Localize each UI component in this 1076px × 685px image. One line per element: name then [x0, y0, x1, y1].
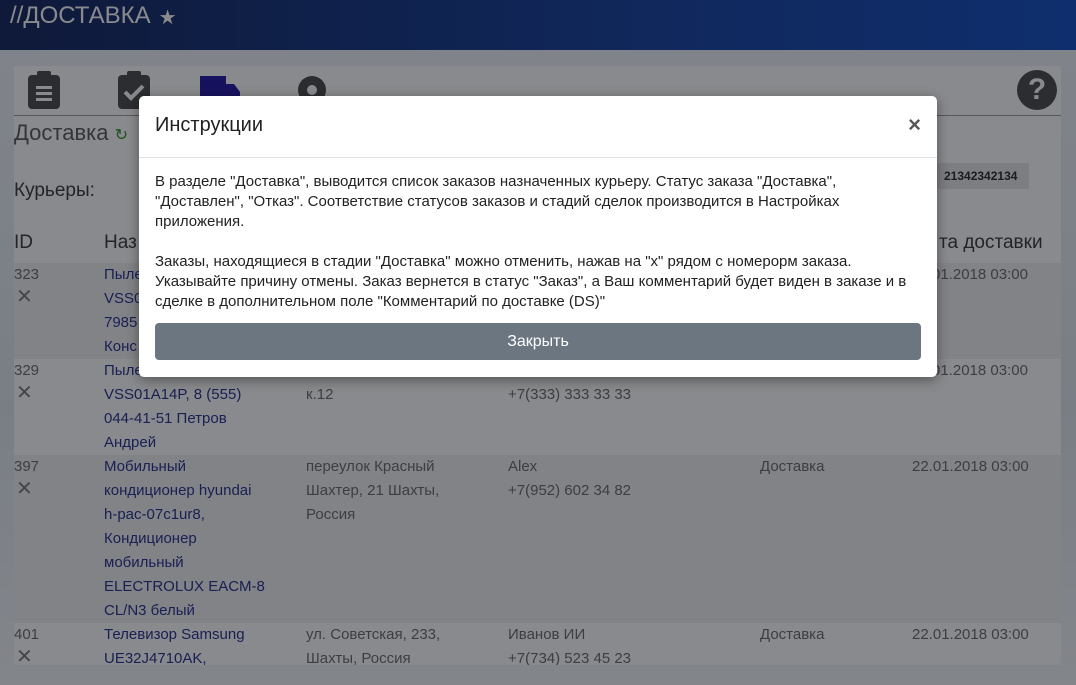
instructions-modal: Инструкции × В разделе "Доставка", выводи… [139, 96, 937, 377]
modal-paragraph-1: В разделе "Доставка", выводится список з… [155, 173, 840, 230]
modal-paragraph-2: Заказы, находящиеся в стадии "Доставка" … [155, 253, 907, 310]
close-button[interactable]: Закрыть [155, 323, 921, 360]
close-icon[interactable]: × [908, 112, 921, 138]
modal-title: Инструкции [155, 114, 264, 136]
